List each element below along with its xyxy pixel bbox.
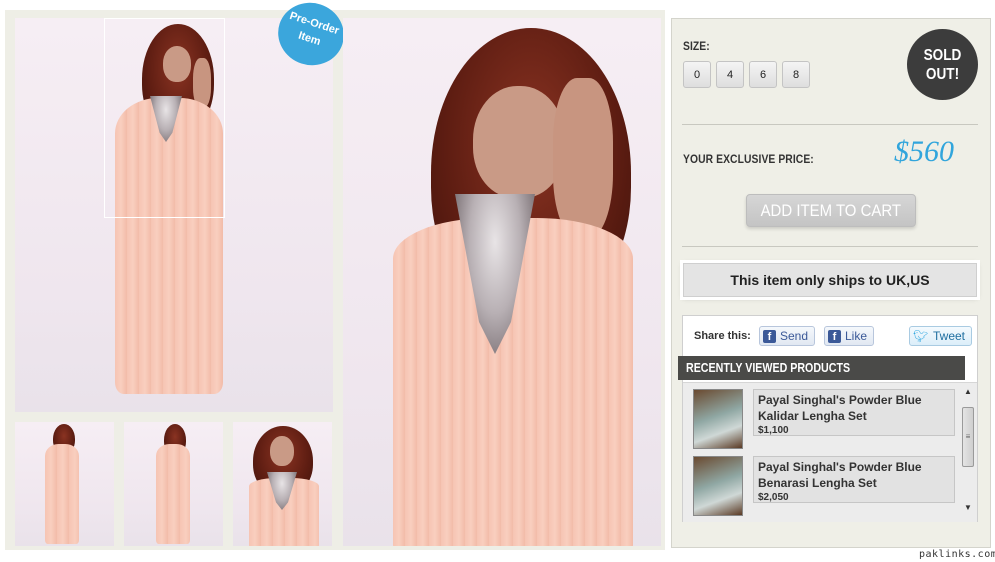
size-option-0[interactable]: 0 — [683, 61, 711, 88]
product-name[interactable]: Payal Singhal's Powder Blue Kalidar Leng… — [758, 392, 950, 424]
site-watermark: paklinks.com — [919, 549, 995, 560]
size-option-4[interactable]: 4 — [716, 61, 744, 88]
product-thumbnail[interactable] — [693, 456, 743, 516]
sold-out-badge: SOLD OUT! — [907, 29, 978, 100]
product-thumbnail[interactable] — [693, 389, 743, 449]
size-options: 0 4 6 8 — [683, 61, 810, 88]
product-details-panel: SIZE: 0 4 6 8 SOLD OUT! YOUR EXCLUSIVE P… — [671, 18, 991, 548]
add-to-cart-button[interactable]: ADD ITEM TO CART — [746, 194, 916, 227]
product-name[interactable]: Payal Singhal's Powder Blue Benarasi Len… — [758, 459, 950, 491]
product-page: Pre-Order Item SIZE: 0 4 6 8 SOLD OUT! Y… — [0, 0, 995, 562]
twitter-icon: 🐦︎ — [913, 329, 929, 343]
tweet-button[interactable]: 🐦︎ Tweet — [909, 326, 973, 346]
scroll-up-icon[interactable]: ▲ — [962, 387, 974, 397]
thumbnail-3[interactable] — [233, 422, 332, 546]
divider — [682, 124, 978, 125]
scroll-down-icon[interactable]: ▼ — [962, 503, 974, 513]
list-scrollbar[interactable]: ▲ ≡ ▼ — [961, 387, 975, 517]
facebook-icon: f — [763, 329, 776, 343]
recently-viewed-list: Payal Singhal's Powder Blue Kalidar Leng… — [683, 382, 977, 522]
thumbnail-1[interactable] — [15, 422, 114, 546]
facebook-send-button[interactable]: f Send — [759, 326, 816, 346]
product-price: $1,100 — [758, 425, 789, 436]
price-label: YOUR EXCLUSIVE PRICE: — [683, 152, 814, 166]
price-value: $560 — [894, 135, 954, 168]
scrollbar-thumb[interactable]: ≡ — [962, 407, 974, 467]
facebook-icon: f — [828, 329, 841, 343]
facebook-like-button[interactable]: f Like — [824, 326, 875, 346]
share-label: Share this: — [694, 330, 751, 342]
product-info[interactable]: Payal Singhal's Powder Blue Kalidar Leng… — [753, 389, 955, 436]
zoomed-product-photo — [343, 18, 661, 546]
recently-viewed-header: RECENTLY VIEWED PRODUCTS — [678, 356, 965, 380]
zoom-lens-box[interactable] — [104, 18, 225, 218]
list-item[interactable]: Payal Singhal's Powder Blue Benarasi Len… — [693, 454, 955, 518]
share-bar: Share this: f Send f Like 🐦︎ Tweet — [683, 316, 977, 352]
size-label: SIZE: — [683, 39, 710, 53]
product-info[interactable]: Payal Singhal's Powder Blue Benarasi Len… — [753, 456, 955, 503]
divider — [682, 246, 978, 247]
list-item[interactable]: Payal Singhal's Powder Blue Kalidar Leng… — [693, 387, 955, 451]
size-option-8[interactable]: 8 — [782, 61, 810, 88]
thumbnail-2[interactable] — [124, 422, 223, 546]
product-price: $2,050 — [758, 492, 789, 503]
shipping-notice: This item only ships to UK,US — [683, 263, 977, 297]
share-and-recent-box: Share this: f Send f Like 🐦︎ Tweet RECEN… — [678, 315, 978, 522]
size-option-6[interactable]: 6 — [749, 61, 777, 88]
